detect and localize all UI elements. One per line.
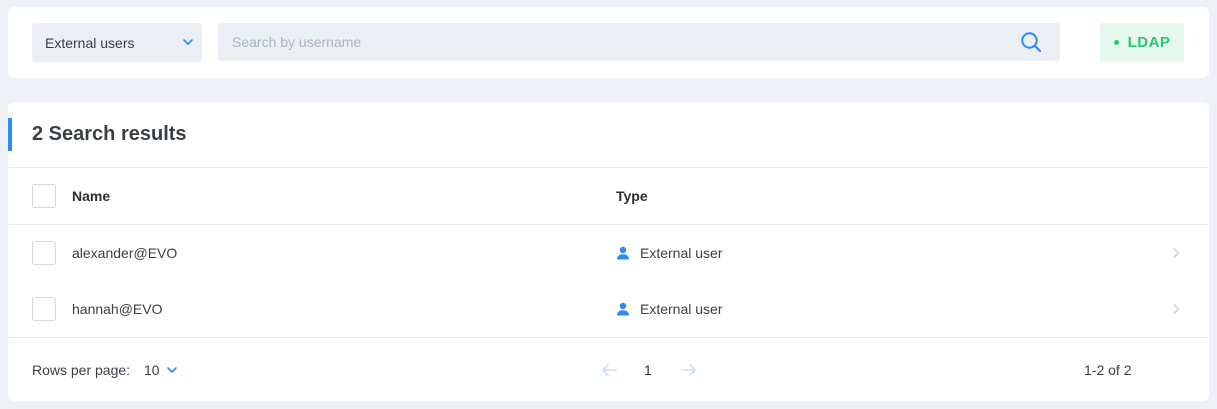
chevron-right-icon[interactable] (1171, 303, 1181, 315)
title-accent-bar (8, 118, 12, 151)
ldap-status-badge: LDAP (1100, 23, 1184, 62)
user-type-select[interactable]: External users (32, 23, 202, 62)
search-results-panel: 2 Search results Name Type alexander@EVO… (8, 102, 1209, 401)
chevron-down-icon (166, 367, 177, 373)
filter-toolbar: External users LDAP (8, 7, 1209, 78)
pagination-range: 1-2 of 2 (1084, 362, 1132, 378)
arrow-right-icon[interactable] (680, 362, 698, 378)
rows-per-page-value: 10 (144, 362, 160, 378)
user-type-label: External user (640, 301, 723, 317)
status-dot-icon (1113, 40, 1119, 45)
arrow-left-icon[interactable] (600, 362, 618, 378)
row-checkbox[interactable] (32, 297, 56, 321)
rows-per-page-label: Rows per page: (32, 362, 131, 378)
table-row[interactable]: alexander@EVO External user (8, 225, 1209, 281)
search-field (218, 23, 1060, 61)
user-type-label: External user (640, 245, 723, 261)
user-icon (617, 246, 629, 260)
table-footer: Rows per page: 10 1 1-2 of 2 (8, 337, 1209, 401)
user-type-select-value: External users (45, 34, 135, 51)
user-name: alexander@EVO (72, 245, 178, 261)
chevron-right-icon[interactable] (1171, 247, 1181, 259)
panel-header: 2 Search results (8, 102, 1209, 168)
table-header-row: Name Type (8, 168, 1209, 225)
page-title: 2 Search results (32, 123, 187, 145)
user-type-cell: External user (616, 225, 722, 281)
select-all-checkbox[interactable] (32, 184, 56, 208)
chevron-down-icon (183, 39, 193, 45)
search-icon[interactable] (1020, 31, 1042, 53)
row-checkbox[interactable] (32, 241, 56, 265)
ldap-badge-label: LDAP (1127, 34, 1171, 51)
user-type-cell: External user (616, 281, 722, 337)
column-header-type[interactable]: Type (616, 168, 648, 225)
user-icon (617, 302, 629, 316)
search-input[interactable] (218, 23, 1008, 61)
column-header-name[interactable]: Name (72, 168, 110, 225)
user-name: hannah@EVO (72, 301, 163, 317)
current-page-number[interactable]: 1 (644, 338, 652, 401)
rows-per-page-select[interactable]: 10 (144, 358, 178, 382)
table-row[interactable]: hannah@EVO External user (8, 281, 1209, 337)
